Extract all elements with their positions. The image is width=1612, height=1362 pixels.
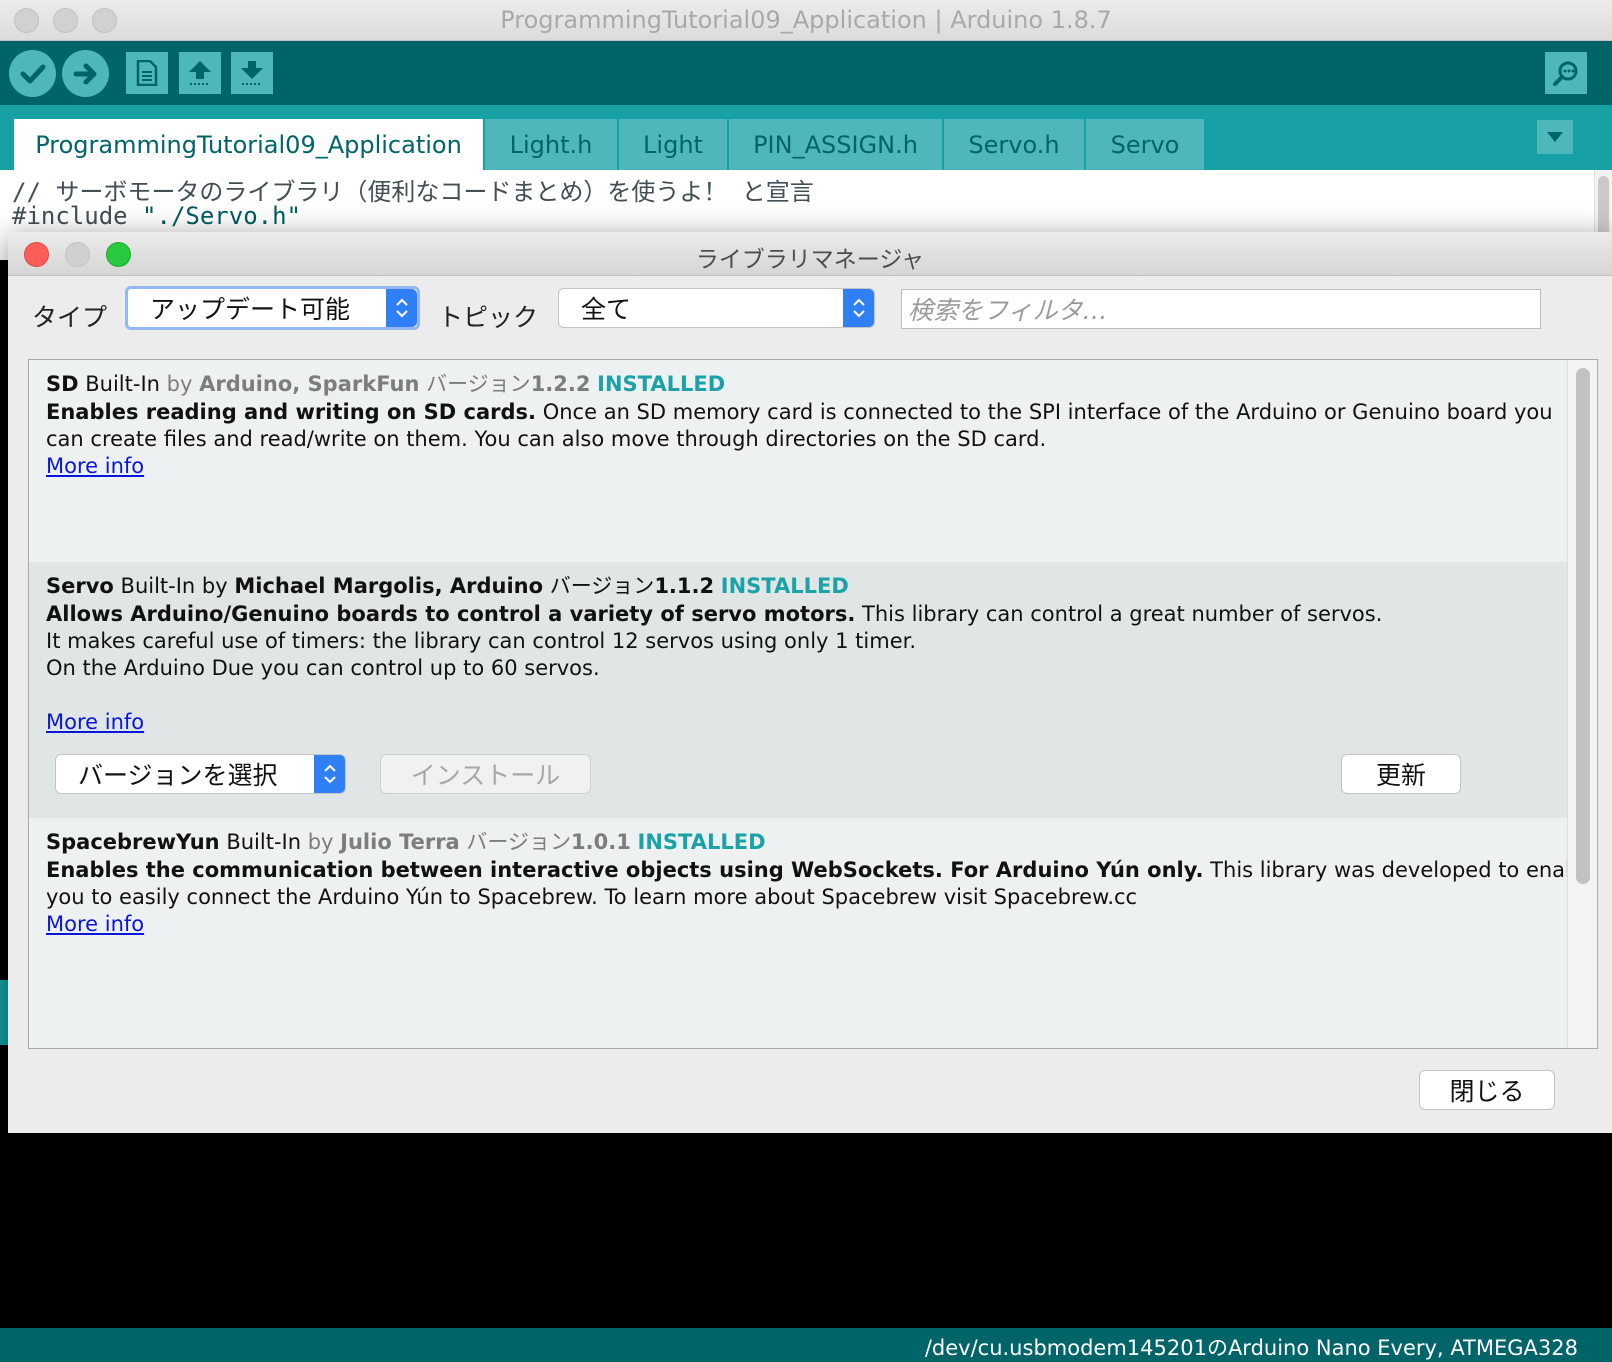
list-item-spacebrewyun[interactable]: SpacebrewYun Built-In by Julio Terra バージ… [29, 818, 1597, 1048]
library-list: SD Built-In by Arduino, SparkFun バージョン1.… [28, 359, 1598, 1049]
include-keyword: #include [12, 202, 143, 230]
installed-badge: INSTALLED [720, 574, 849, 598]
version-select-value: バージョンを選択 [78, 761, 278, 790]
serial-monitor-button[interactable] [1545, 52, 1587, 94]
by-label: by [166, 372, 193, 396]
chevron-updown-icon [843, 289, 874, 327]
installed-badge: INSTALLED [637, 830, 766, 854]
library-version: 1.0.1 [571, 830, 631, 854]
chevron-updown-icon [314, 755, 345, 793]
list-item-servo[interactable]: Servo Built-In by Michael Margolis, Ardu… [29, 562, 1567, 818]
tab-pin-assign-h[interactable]: PIN_ASSIGN.h [729, 119, 942, 170]
type-select[interactable]: アップデート可能 [125, 286, 420, 330]
version-select[interactable]: バージョンを選択 [55, 754, 346, 794]
install-button[interactable]: インストール [380, 754, 591, 794]
include-string: "./Servo.h" [142, 202, 301, 230]
library-author: Julio Terra [340, 830, 460, 854]
upload-button[interactable] [62, 50, 109, 97]
tab-bar: ProgrammingTutorial09_Application Light.… [0, 105, 1612, 170]
by-label: by [201, 574, 228, 598]
more-info-link[interactable]: More info [46, 454, 144, 478]
toolbar [0, 41, 1612, 105]
library-summary: Enables the communication between intera… [46, 858, 1204, 882]
topic-select[interactable]: 全て [558, 288, 875, 328]
library-description: Enables the communication between intera… [46, 856, 1597, 884]
filter-search-input[interactable]: 検索をフィルタ… [901, 289, 1541, 329]
board-port-status: /dev/cu.usbmodem145201のArduino Nano Ever… [924, 1336, 1578, 1360]
tab-main-sketch[interactable]: ProgrammingTutorial09_Application [14, 119, 483, 170]
check-icon [20, 64, 45, 83]
type-select-value: アップデート可能 [150, 295, 351, 324]
more-info-link[interactable]: More info [46, 710, 144, 734]
library-description: Enables reading and writing on SD cards.… [46, 398, 1553, 426]
tab-menu-button[interactable] [1537, 120, 1573, 154]
builtin-label: Built-In [120, 574, 196, 598]
library-name: SpacebrewYun [46, 830, 220, 854]
version-label: バージョン [466, 830, 572, 854]
library-desc-3: On the Arduino Due you can control up to… [46, 656, 600, 680]
code-line-2: #include "./Servo.h" [12, 202, 301, 230]
library-author: Michael Margolis, Arduino [234, 574, 544, 598]
library-desc-2: can create files and read/write on them.… [46, 427, 1047, 451]
list-item-sd[interactable]: SD Built-In by Arduino, SparkFun バージョン1.… [29, 360, 1567, 562]
close-button[interactable]: 閉じる [1419, 1070, 1555, 1110]
installed-badge: INSTALLED [597, 372, 726, 396]
update-button[interactable]: 更新 [1341, 754, 1461, 794]
version-label: バージョン [426, 372, 531, 396]
library-version: 1.1.2 [654, 574, 715, 598]
library-desc-2: It makes careful use of timers: the libr… [46, 629, 917, 653]
topic-select-value: 全て [581, 295, 632, 324]
open-button[interactable] [179, 52, 221, 94]
document-icon [136, 60, 158, 86]
library-summary: Enables reading and writing on SD cards. [46, 400, 537, 424]
library-desc-1: Once an SD memory card is connected to t… [536, 400, 1553, 424]
library-description: Allows Arduino/Genuino boards to control… [46, 600, 1382, 628]
library-desc-2: you to easily connect the Arduino Yún to… [46, 885, 1138, 909]
window-title: ProgrammingTutorial09_Application | Ardu… [500, 6, 1112, 34]
library-list-scrollbar-thumb[interactable] [1576, 368, 1590, 884]
download-arrow-icon [241, 61, 263, 85]
more-info-link[interactable]: More info [46, 912, 144, 936]
status-bar: /dev/cu.usbmodem145201のArduino Nano Ever… [0, 1328, 1612, 1362]
tab-servo-h[interactable]: Servo.h [944, 119, 1084, 170]
library-version: 1.2.2 [530, 372, 591, 396]
library-desc-1: This library was developed to enable [1203, 858, 1598, 882]
library-name: Servo [46, 574, 114, 598]
new-sketch-button[interactable] [126, 52, 168, 94]
magnifier-icon [1553, 61, 1578, 86]
library-header: SpacebrewYun Built-In by Julio Terra バージ… [46, 828, 766, 856]
triangle-down-icon [1547, 132, 1563, 142]
library-author: Arduino, SparkFun [199, 372, 420, 396]
window-titlebar: ProgrammingTutorial09_Application | Ardu… [0, 0, 1612, 41]
library-header: Servo Built-In by Michael Margolis, Ardu… [46, 572, 849, 600]
library-summary: Allows Arduino/Genuino boards to control… [46, 602, 856, 626]
topic-label: トピック [438, 303, 539, 332]
builtin-label: Built-In [85, 372, 160, 396]
version-label: バージョン [549, 574, 655, 598]
save-button[interactable] [231, 52, 273, 94]
library-desc-1: This library can control a great number … [855, 602, 1383, 626]
library-list-scrollbar[interactable] [1567, 360, 1597, 1048]
builtin-label: Built-In [226, 830, 302, 854]
library-name: SD [46, 372, 79, 396]
library-manager-dialog: ライブラリマネージャ タイプ アップデート可能 トピック 全て 検索をフィルタ…… [8, 232, 1612, 1133]
library-header: SD Built-In by Arduino, SparkFun バージョン1.… [46, 370, 725, 398]
tab-light-h[interactable]: Light.h [485, 119, 617, 170]
tab-light[interactable]: Light [619, 119, 727, 170]
tab-servo[interactable]: Servo [1086, 119, 1204, 170]
upload-arrow-icon [189, 61, 211, 85]
type-label: タイプ [32, 303, 108, 332]
dialog-titlebar: ライブラリマネージャ [8, 232, 1612, 276]
by-label: by [307, 830, 334, 854]
verify-button[interactable] [9, 50, 56, 97]
chevron-updown-icon [386, 289, 417, 327]
arrow-right-icon [73, 63, 96, 84]
dialog-title: ライブラリマネージャ [695, 247, 925, 273]
